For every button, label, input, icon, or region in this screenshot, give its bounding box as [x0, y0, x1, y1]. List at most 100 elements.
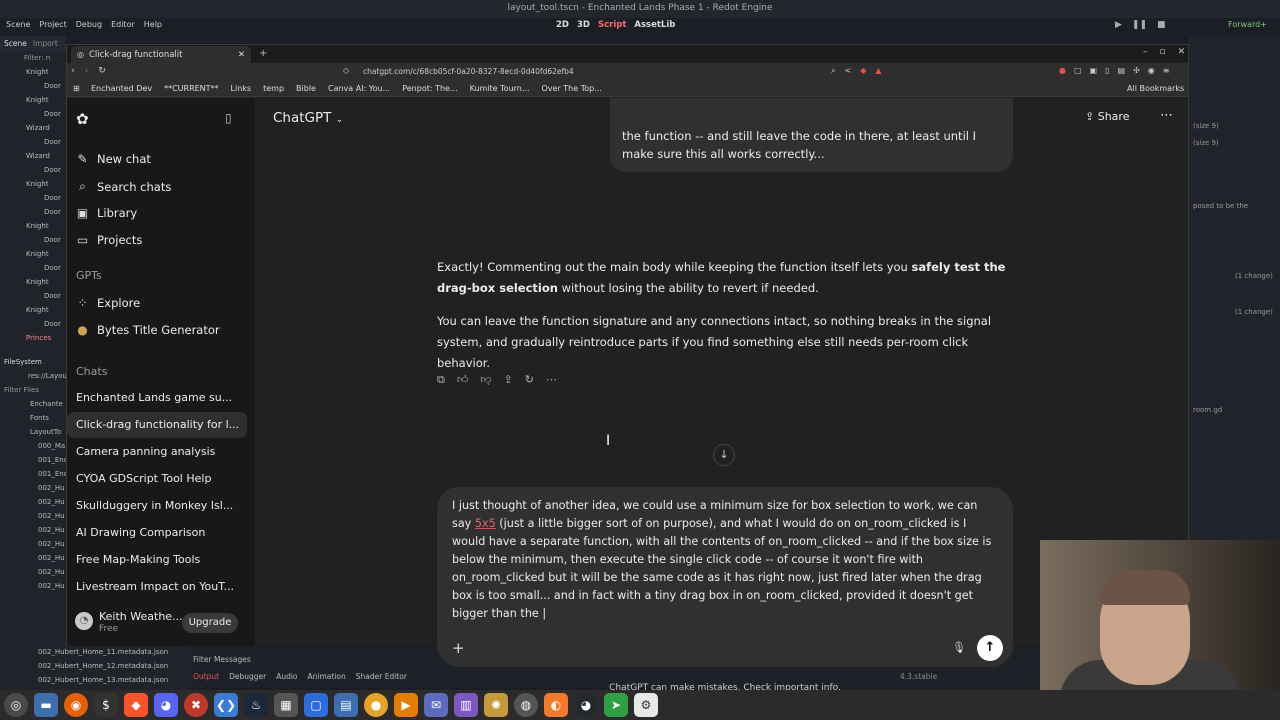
fs-file[interactable]: 002_Hubert_Home_12.metadata.json	[38, 662, 168, 670]
fs-item[interactable]: 001_Enc	[0, 453, 66, 467]
notes-icon[interactable]: ▥	[454, 693, 478, 717]
projects-button[interactable]: ▭ Projects	[76, 233, 143, 247]
fs-item[interactable]: 002_Hu	[0, 509, 66, 523]
scene-node[interactable]: Knight	[0, 65, 66, 79]
play-icon[interactable]: ▶	[1115, 20, 1122, 30]
filter-messages-input[interactable]: Filter Messages	[193, 655, 251, 664]
scene-node[interactable]: Wizard	[0, 121, 66, 135]
fs-item[interactable]: 001_Enc	[0, 467, 66, 481]
sidebar-toggle-icon[interactable]: ▯	[1105, 66, 1109, 75]
close-window-icon[interactable]: ✕	[1178, 47, 1186, 57]
discord-icon[interactable]: ◕	[154, 693, 178, 717]
scene-node[interactable]: Door	[0, 163, 66, 177]
back-icon[interactable]: ‹	[71, 66, 75, 76]
bookmark-kumite[interactable]: Kumite Tourn...	[470, 84, 530, 93]
tab-animation[interactable]: Animation	[308, 672, 346, 681]
minimize-icon[interactable]: –	[1143, 47, 1148, 57]
regenerate-icon[interactable]: ↻	[525, 373, 534, 387]
settings-icon[interactable]: ⚙	[634, 693, 658, 717]
scene-node[interactable]: Door	[0, 233, 66, 247]
app-icon[interactable]: ✖	[184, 693, 208, 717]
scene-node[interactable]: Knight	[0, 303, 66, 317]
fs-item[interactable]: 002_Hu	[0, 579, 66, 593]
scene-node[interactable]: Door	[0, 317, 66, 331]
github-icon[interactable]: ◕	[574, 693, 598, 717]
share-page-icon[interactable]: <	[844, 66, 851, 76]
maximize-icon[interactable]: ▫	[1160, 47, 1166, 57]
share-button[interactable]: ⇪ Share	[1085, 110, 1129, 123]
composer-input[interactable]: I just thought of another idea, we could…	[452, 497, 992, 623]
brave-icon[interactable]: ◆	[124, 693, 148, 717]
browser-icon[interactable]: ●	[364, 693, 388, 717]
scroll-down-button[interactable]: ↓	[713, 444, 735, 466]
extension-icon[interactable]: ▢	[1074, 66, 1082, 75]
copy-icon[interactable]: ⧉	[437, 373, 445, 387]
steam-icon[interactable]: ♨	[244, 693, 268, 717]
menu-help[interactable]: Help	[144, 20, 162, 29]
chat-history-item[interactable]: Free Map-Making Tools	[67, 547, 247, 573]
screenshot-icon[interactable]: ▢	[304, 693, 328, 717]
scene-node[interactable]: Knight	[0, 177, 66, 191]
fs-file[interactable]: 002_Hubert_Home_13.metadata.json	[38, 676, 168, 684]
extension-icon[interactable]: ▣	[1090, 66, 1098, 75]
scene-node[interactable]: Door	[0, 289, 66, 303]
bookmark-icon[interactable]: ◇	[343, 66, 349, 75]
bookmark-over-the-top[interactable]: Over The Top...	[541, 84, 601, 93]
model-selector[interactable]: ChatGPT ⌄	[273, 110, 343, 126]
thumbs-down-icon[interactable]: 👎︎	[480, 373, 491, 387]
reload-icon[interactable]: ↻	[98, 66, 106, 76]
menu-project[interactable]: Project	[39, 20, 66, 29]
close-sidebar-icon[interactable]: ▯	[225, 111, 232, 125]
bookmark-current[interactable]: **CURRENT**	[164, 84, 218, 93]
scene-node[interactable]: Wizard	[0, 149, 66, 163]
fs-item[interactable]: Fonts	[0, 411, 66, 425]
fs-filter[interactable]: Filter Files	[0, 383, 66, 397]
scene-node[interactable]: Door	[0, 135, 66, 149]
menu-editor[interactable]: Editor	[111, 20, 135, 29]
new-chat-button[interactable]: ✎ New chat	[76, 152, 150, 166]
mail-icon[interactable]: ✉	[424, 693, 448, 717]
bookmark-links[interactable]: Links	[231, 84, 252, 93]
close-tab-icon[interactable]: ✕	[238, 50, 245, 60]
explore-button[interactable]: ⁘ Explore	[76, 296, 140, 310]
scene-node[interactable]: Princes	[0, 331, 66, 345]
search-chats-button[interactable]: ⌕ Search chats	[76, 179, 171, 194]
mode-3d[interactable]: 3D	[577, 20, 590, 30]
vscode-icon[interactable]: ❮❯	[214, 693, 238, 717]
all-bookmarks[interactable]: All Bookmarks	[1127, 84, 1184, 93]
terminal-icon[interactable]: $	[94, 693, 118, 717]
rewards-icon[interactable]: ▲	[875, 66, 881, 76]
fs-item[interactable]: 002_Hu	[0, 495, 66, 509]
calculator-icon[interactable]: ▦	[274, 693, 298, 717]
start-menu-icon[interactable]: ◎	[4, 693, 28, 717]
scene-node[interactable]: Knight	[0, 275, 66, 289]
library-button[interactable]: ▣ Library	[76, 206, 137, 220]
chat-history-item[interactable]: Skullduggery in Monkey Isl...	[67, 493, 247, 519]
scene-node[interactable]: Knight	[0, 93, 66, 107]
zoom-icon[interactable]: ⌕	[831, 66, 835, 76]
fs-item[interactable]: 002_Hu	[0, 537, 66, 551]
message-composer[interactable]: I just thought of another idea, we could…	[437, 487, 1013, 667]
browser-tab[interactable]: ◎ Click-drag functionalit ✕	[71, 46, 251, 63]
chat-history-item-active[interactable]: Click-drag functionality for l...	[67, 412, 247, 438]
bookmark-enchanted-dev[interactable]: Enchanted Dev	[91, 84, 152, 93]
scene-node[interactable]: Door	[0, 205, 66, 219]
fs-item[interactable]: 002_Hu	[0, 551, 66, 565]
puzzle-icon[interactable]: ✣	[1133, 66, 1140, 75]
upgrade-button[interactable]: Upgrade	[182, 613, 238, 633]
menu-icon[interactable]: ≡	[1163, 66, 1170, 75]
menu-debug[interactable]: Debug	[76, 20, 102, 29]
bookmark-bible[interactable]: Bible	[296, 84, 316, 93]
fs-item[interactable]: 002_Hu	[0, 523, 66, 537]
tab-import[interactable]: Import	[33, 39, 58, 48]
thumbs-up-icon[interactable]: 👍︎	[457, 373, 469, 387]
files-icon[interactable]: ▬	[34, 693, 58, 717]
openai-logo-icon[interactable]: ✿	[76, 110, 89, 128]
obs-icon[interactable]: ◍	[514, 693, 538, 717]
mode-assetlib[interactable]: AssetLib	[634, 20, 675, 30]
tab-scene[interactable]: Scene	[4, 39, 27, 48]
gimp-icon[interactable]: ✺	[484, 693, 508, 717]
mode-2d[interactable]: 2D	[556, 20, 569, 30]
chat-history-item[interactable]: Livestream Impact on YouT...	[67, 574, 247, 600]
scene-node[interactable]: Door	[0, 191, 66, 205]
